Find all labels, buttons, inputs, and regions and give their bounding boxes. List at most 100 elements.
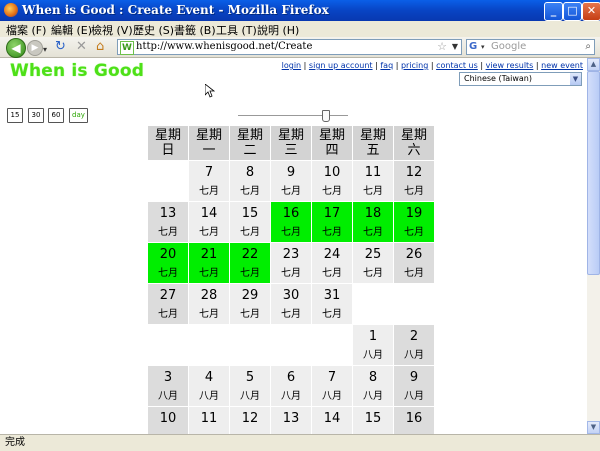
calendar-day-cell[interactable]: 21 七月: [189, 243, 229, 283]
calendar-day-cell[interactable]: 7 七月: [189, 161, 229, 201]
menu-help[interactable]: 說明 (H): [257, 22, 299, 38]
calendar-day-cell[interactable]: 7 八月: [312, 366, 352, 406]
calendar-day-cell[interactable]: 30 七月: [271, 284, 311, 324]
calendar-day-cell[interactable]: 5 八月: [230, 366, 270, 406]
vertical-scrollbar[interactable]: ▲ ▼: [587, 58, 600, 434]
day-number: 13: [282, 411, 300, 426]
calendar-day-cell[interactable]: 28 七月: [189, 284, 229, 324]
calendar-day-cell[interactable]: 11: [189, 407, 229, 434]
search-box[interactable]: G ▾ Google ⌕: [466, 39, 595, 55]
zoom-15-button[interactable]: 15: [7, 108, 23, 123]
calendar-day-cell[interactable]: 25 七月: [353, 243, 393, 283]
slider-handle[interactable]: [322, 110, 330, 122]
calendar-day-cell[interactable]: 9 八月: [394, 366, 434, 406]
language-select[interactable]: Chinese (Taiwan) ▼: [459, 72, 582, 86]
month-label: 七月: [240, 309, 260, 320]
calendar-day-cell[interactable]: 15: [353, 407, 393, 434]
calendar-day-cell[interactable]: 29 七月: [230, 284, 270, 324]
slider-track[interactable]: [238, 115, 348, 116]
search-icon[interactable]: ⌕: [585, 40, 591, 54]
month-label: 八月: [404, 350, 424, 361]
zoom-60-button[interactable]: 60: [48, 108, 64, 123]
calendar-day-cell[interactable]: 24 七月: [312, 243, 352, 283]
calendar-day-cell[interactable]: 8 七月: [230, 161, 270, 201]
day-number: 28: [200, 288, 218, 303]
link-faq[interactable]: faq: [380, 61, 393, 70]
menu-bookmarks[interactable]: 書籤 (B): [174, 22, 216, 38]
bookmark-star-icon[interactable]: ☆: [437, 40, 447, 54]
calendar-day-cell[interactable]: 16 七月: [271, 202, 311, 242]
address-bar[interactable]: W http://www.whenisgood.net/Create ☆ ▼: [117, 39, 462, 55]
month-label: 七月: [404, 186, 424, 197]
address-dropdown-icon[interactable]: ▼: [452, 40, 458, 54]
day-number: 15: [364, 411, 382, 426]
month-label: [312, 426, 352, 432]
close-window-button[interactable]: ✕: [582, 2, 600, 21]
calendar-day-cell[interactable]: 9 七月: [271, 161, 311, 201]
link-login[interactable]: login: [282, 61, 302, 70]
month-label: 八月: [281, 391, 301, 402]
calendar-day-cell[interactable]: 11 七月: [353, 161, 393, 201]
maximize-button[interactable]: □: [563, 2, 582, 21]
link-view-results[interactable]: view results: [486, 61, 534, 70]
day-number: 1: [368, 329, 378, 344]
home-icon[interactable]: ⌂: [96, 39, 104, 55]
calendar-day-cell[interactable]: 23 七月: [271, 243, 311, 283]
calendar-day-cell[interactable]: 6 八月: [271, 366, 311, 406]
menu-history[interactable]: 歷史 (S): [133, 22, 174, 38]
forward-arrow-icon[interactable]: ▶: [27, 40, 43, 56]
day-number: 3: [163, 370, 173, 385]
history-dropdown-icon[interactable]: ▾: [43, 42, 47, 58]
google-icon[interactable]: G: [469, 40, 481, 53]
scroll-down-icon[interactable]: ▼: [587, 421, 600, 434]
link-new-event[interactable]: new event: [541, 61, 583, 70]
calendar-day-cell[interactable]: 20 七月: [148, 243, 188, 283]
calendar-day-cell[interactable]: 16: [394, 407, 434, 434]
calendar-day-cell[interactable]: 13: [271, 407, 311, 434]
calendar-day-cell[interactable]: 10: [148, 407, 188, 434]
zoom-day-button[interactable]: day: [69, 108, 88, 123]
day-number: 6: [286, 370, 296, 385]
calendar-day-cell[interactable]: 14: [312, 407, 352, 434]
calendar-day-cell[interactable]: 12 七月: [394, 161, 434, 201]
calendar-day-cell[interactable]: 1 八月: [353, 325, 393, 365]
search-engine-dropdown-icon[interactable]: ▾: [481, 40, 485, 54]
minimize-button[interactable]: _: [544, 2, 563, 21]
calendar-day-cell[interactable]: 10 七月: [312, 161, 352, 201]
reload-icon[interactable]: ↻: [55, 39, 66, 55]
calendar-day-cell[interactable]: 26 七月: [394, 243, 434, 283]
month-label: 八月: [240, 391, 260, 402]
back-arrow-icon[interactable]: ◀: [6, 38, 26, 58]
calendar-day-cell[interactable]: 12: [230, 407, 270, 434]
calendar-day-cell[interactable]: 22 七月: [230, 243, 270, 283]
link-sign-up-account[interactable]: sign up account: [309, 61, 373, 70]
day-number: 12: [241, 411, 259, 426]
menu-view[interactable]: 檢視 (V): [91, 22, 133, 38]
scroll-up-icon[interactable]: ▲: [587, 58, 600, 71]
link-pricing[interactable]: pricing: [401, 61, 428, 70]
site-logo[interactable]: When is Good: [10, 61, 144, 81]
calendar-day-cell[interactable]: 31 七月: [312, 284, 352, 324]
calendar-day-cell[interactable]: 14 七月: [189, 202, 229, 242]
calendar-day-cell[interactable]: 17 七月: [312, 202, 352, 242]
calendar-day-cell[interactable]: 2 八月: [394, 325, 434, 365]
calendar-day-cell[interactable]: 13 七月: [148, 202, 188, 242]
menu-file[interactable]: 檔案 (F): [6, 22, 46, 38]
calendar-day-cell[interactable]: 4 八月: [189, 366, 229, 406]
calendar-day-cell[interactable]: 27 七月: [148, 284, 188, 324]
calendar-day-cell[interactable]: 15 七月: [230, 202, 270, 242]
menu-edit[interactable]: 編輯 (E): [51, 22, 92, 38]
scrollbar-thumb[interactable]: [587, 71, 600, 275]
stop-icon[interactable]: ✕: [76, 39, 87, 55]
calendar-day-cell[interactable]: 18 七月: [353, 202, 393, 242]
day-number: 15: [241, 206, 259, 221]
month-label: 七月: [404, 227, 424, 238]
calendar-day-cell[interactable]: 19 七月: [394, 202, 434, 242]
zoom-30-button[interactable]: 30: [28, 108, 44, 123]
calendar-day-cell[interactable]: 8 八月: [353, 366, 393, 406]
link-contact-us[interactable]: contact us: [436, 61, 478, 70]
menu-tools[interactable]: 工具 (T): [216, 22, 257, 38]
chevron-down-icon[interactable]: ▼: [570, 73, 581, 85]
weekday-header-text: 星期: [318, 128, 345, 143]
calendar-day-cell[interactable]: 3 八月: [148, 366, 188, 406]
